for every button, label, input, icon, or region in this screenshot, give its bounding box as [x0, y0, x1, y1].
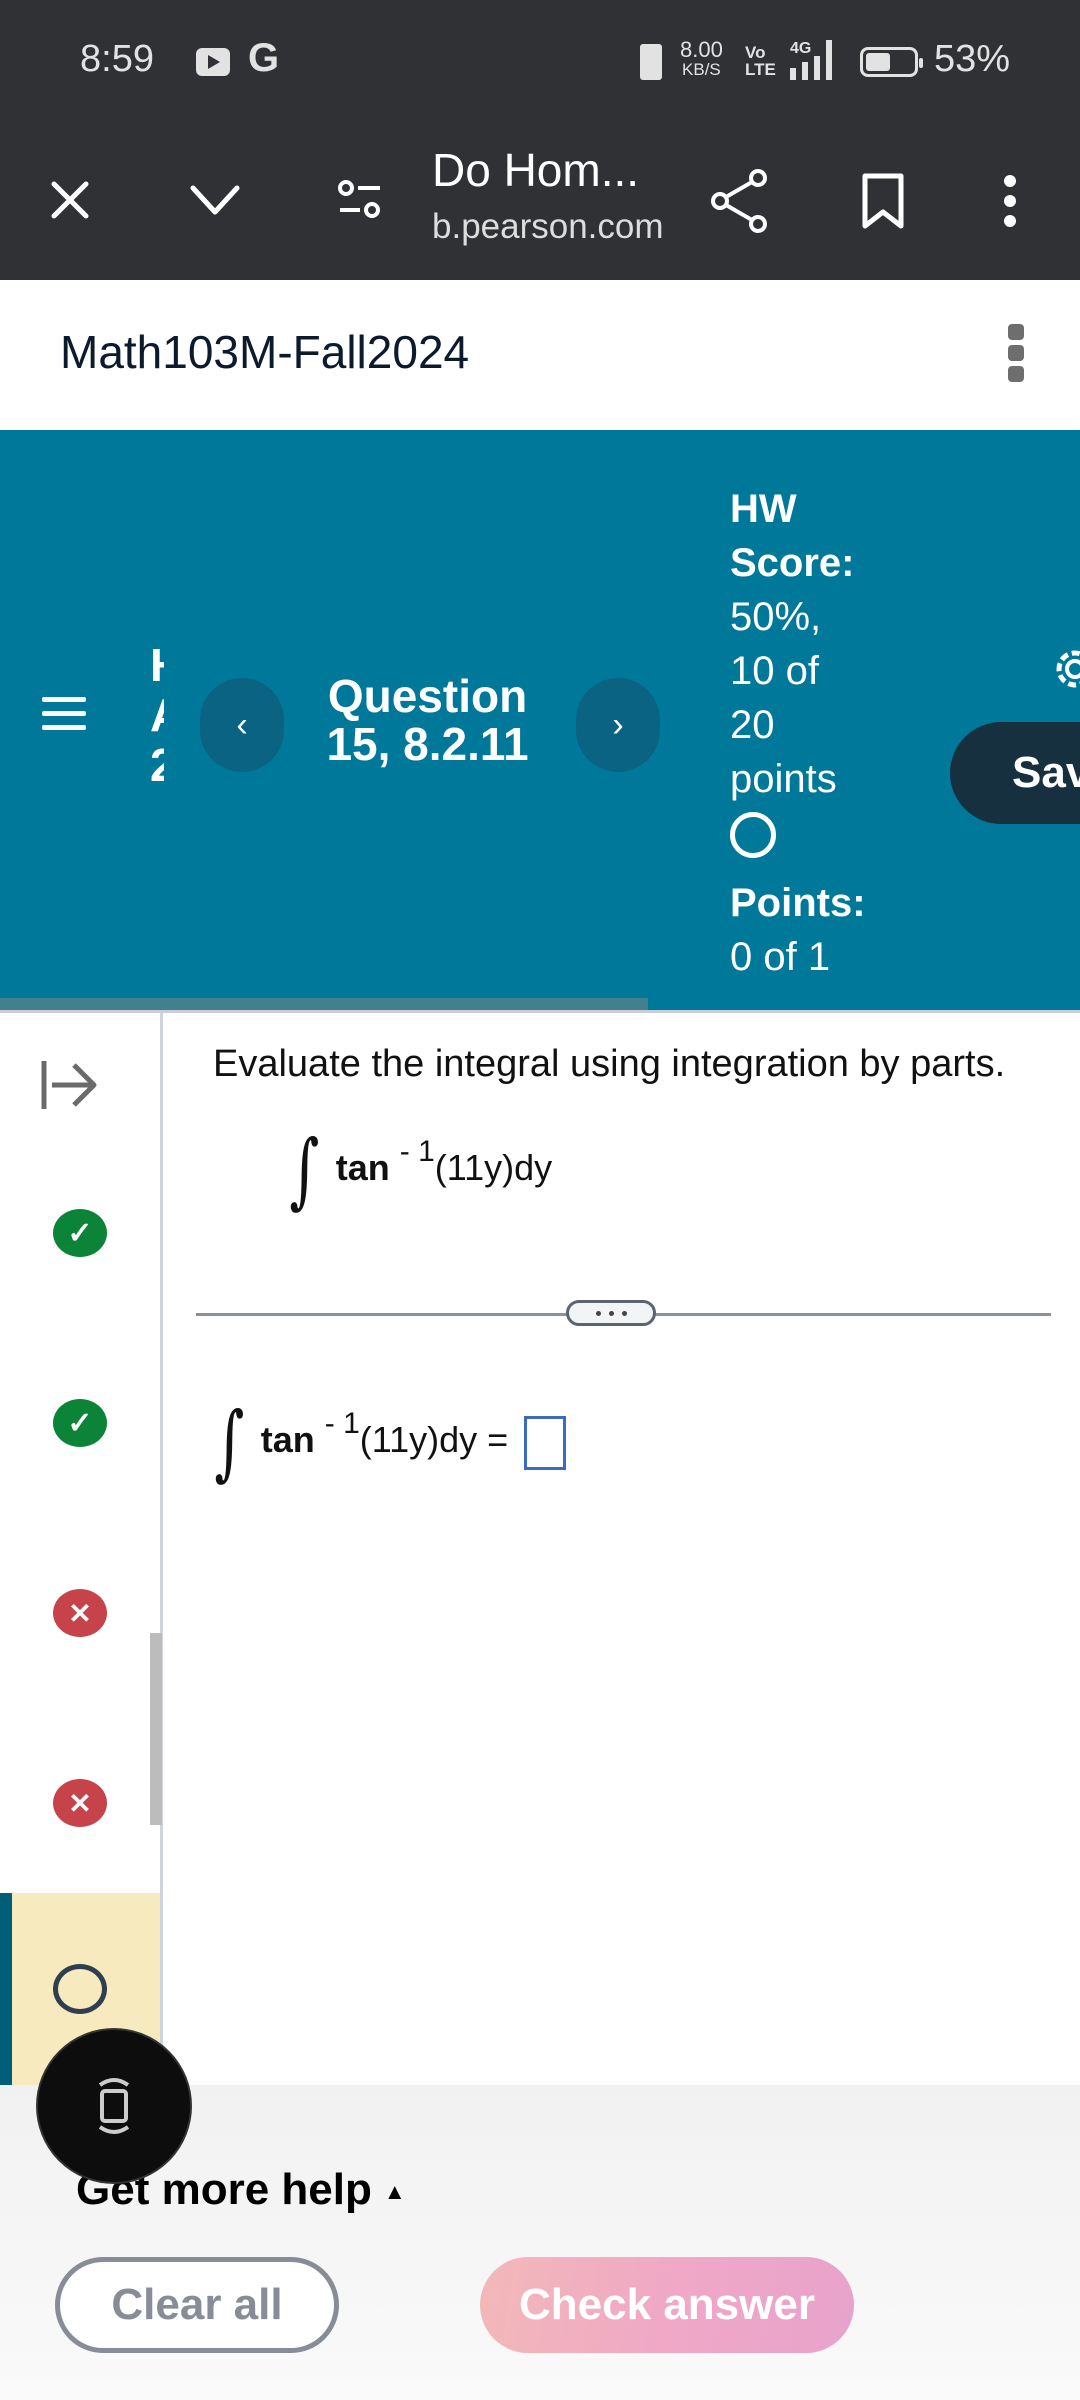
integral-expression: ∫ tan - 1(11y)dy — [283, 1123, 552, 1218]
rotate-icon — [98, 2078, 130, 2134]
truncated-char: H — [150, 640, 164, 690]
answer-expression: ∫ tan - 1(11y)dy = — [208, 1395, 567, 1490]
caret-up-icon: ▲ — [383, 2179, 406, 2205]
chevron-down-icon[interactable] — [185, 170, 245, 230]
question-prompt: Evaluate the integral using integration … — [213, 1043, 1006, 1085]
course-title: Math103M-Fall2024 — [60, 326, 470, 378]
unanswered-icon — [53, 1964, 107, 2014]
gear-icon[interactable] — [1050, 644, 1080, 694]
question-label-line1: Question — [327, 670, 528, 722]
pane-splitter — [196, 1300, 1051, 1326]
expand-sidebar-icon[interactable] — [36, 1055, 100, 1115]
function-name: tan — [260, 1419, 315, 1461]
sidebar-question-item[interactable]: ✕ — [0, 1518, 160, 1708]
incorrect-icon: ✕ — [53, 1589, 107, 1637]
argument: (11y)dy — [434, 1147, 553, 1189]
progress-bar — [0, 998, 1080, 1010]
argument: (11y)dy — [359, 1419, 478, 1461]
points-value: 0 of 1 — [730, 935, 831, 979]
page-title: Do Hom... — [432, 144, 640, 196]
question-label: Question 15, 8.2.11 — [300, 672, 555, 768]
assignment-title-truncated: H A 2 — [150, 640, 164, 790]
save-button[interactable]: Sav — [950, 722, 1080, 824]
function-name: tan — [335, 1147, 390, 1189]
incorrect-icon: ✕ — [53, 1779, 107, 1827]
next-question-button[interactable]: › — [576, 678, 660, 772]
hw-score-value: 10 of — [730, 649, 819, 693]
page-url[interactable]: b.pearson.com — [432, 207, 664, 247]
points-label: Points: — [730, 881, 866, 925]
sidebar-divider — [160, 1013, 163, 2085]
course-menu-icon[interactable] — [1008, 324, 1026, 386]
battery-percent: 53% — [934, 38, 1011, 80]
hw-score-label: Score: — [730, 541, 855, 585]
youtube-icon — [196, 48, 230, 76]
integral-symbol: ∫ — [289, 1123, 320, 1218]
points-status-icon — [730, 812, 776, 858]
share-icon[interactable] — [708, 165, 772, 237]
progress-fill — [0, 998, 648, 1010]
signal-bar — [790, 68, 796, 80]
menu-icon[interactable] — [42, 697, 86, 739]
hw-score-value: 20 — [730, 703, 775, 747]
battery-fill — [866, 53, 890, 71]
truncated-char: 2 — [150, 739, 164, 790]
exponent: - 1 — [399, 1135, 435, 1169]
signal-bar — [814, 56, 820, 80]
exponent: - 1 — [324, 1407, 360, 1441]
check-answer-button[interactable]: Check answer — [480, 2257, 854, 2353]
score-panel: HW Score: 50%, 10 of 20 points Points: 0… — [730, 482, 866, 984]
signal-bar — [826, 40, 832, 80]
network-speed-unit: KB/S — [682, 60, 721, 79]
answer-input[interactable] — [524, 1415, 567, 1470]
course-bar: Math103M-Fall2024 — [0, 280, 1080, 430]
bookmark-icon[interactable] — [855, 165, 911, 237]
tune-icon[interactable] — [330, 170, 390, 230]
correct-icon: ✓ — [53, 1399, 107, 1447]
hw-score-value: 50%, — [730, 595, 822, 639]
sidebar-question-item[interactable]: ✓ — [0, 1328, 160, 1518]
volte-top: Vo — [745, 43, 766, 62]
integral-symbol: ∫ — [214, 1395, 245, 1490]
signal-icon: 4G — [790, 40, 845, 80]
more-vert-icon[interactable] — [990, 165, 1030, 237]
network-type: 4G — [790, 40, 812, 57]
equals-sign: = — [487, 1419, 509, 1461]
sidebar-question-item[interactable]: ✓ — [0, 1138, 160, 1328]
signal-bar — [802, 62, 808, 80]
screen-rotate-button[interactable] — [36, 2028, 192, 2184]
status-bar: 8:59 G 8.00 KB/S Vo LTE 4G 53% — [0, 0, 1080, 125]
volte-bottom: LTE — [745, 60, 776, 79]
close-icon[interactable] — [40, 170, 100, 230]
network-speed-value: 8.00 — [680, 37, 723, 62]
hw-score-value: points — [730, 757, 837, 801]
status-time: 8:59 — [80, 38, 154, 80]
battery-icon — [860, 47, 923, 77]
correct-icon: ✓ — [53, 1209, 107, 1257]
truncated-char: A — [150, 690, 164, 740]
clear-all-button[interactable]: Clear all — [55, 2257, 339, 2353]
question-sidebar: ✓ ✓ ✕ ✕ — [0, 1013, 162, 2085]
google-icon: G — [248, 36, 280, 80]
browser-toolbar: Do Hom... b.pearson.com — [0, 125, 1080, 280]
vibrate-icon — [640, 44, 662, 80]
volte-icon: Vo LTE — [745, 44, 776, 78]
question-label-line2: 15, 8.2.11 — [326, 718, 529, 770]
sidebar-question-item[interactable]: ✕ — [0, 1708, 160, 1898]
prev-question-button[interactable]: ‹ — [200, 678, 284, 772]
splitter-handle[interactable] — [566, 1300, 656, 1326]
network-speed: 8.00 KB/S — [680, 37, 723, 80]
hw-score-label: HW — [730, 487, 797, 531]
sidebar-scrollbar[interactable] — [150, 1633, 162, 1825]
